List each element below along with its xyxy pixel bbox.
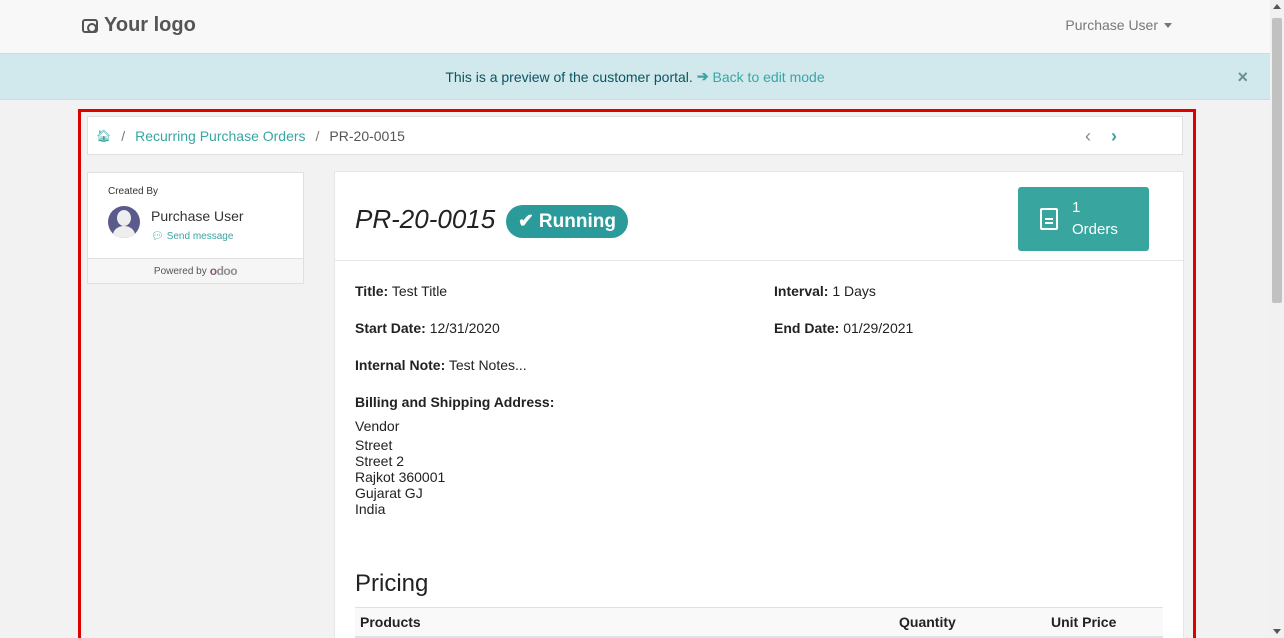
address-line: Gujarat GJ (355, 485, 423, 501)
record-pager: ‹ › (1085, 126, 1117, 147)
column-header-products: Products (360, 614, 421, 630)
orders-smart-button[interactable]: 1 Orders (1018, 187, 1149, 251)
check-icon: ✔ (518, 211, 534, 232)
field-interval: Interval: 1 Days (774, 283, 876, 299)
back-to-edit-label: Back to edit mode (712, 68, 825, 85)
company-logo[interactable]: Your logo (82, 14, 196, 37)
portal-preview-banner: This is a preview of the customer portal… (0, 53, 1270, 100)
field-internal-note: Internal Note: Test Notes... (355, 357, 527, 373)
orders-label: Orders (1072, 221, 1118, 238)
document-title: PR-20-0015 (355, 204, 496, 234)
address-line: Street 2 (355, 453, 405, 469)
scrollbar-thumb[interactable] (1272, 18, 1282, 303)
field-start-date: Start Date: 12/31/2020 (355, 320, 500, 336)
breadcrumb-current: PR-20-0015 (329, 127, 405, 144)
banner-message: This is a preview of the customer portal… (445, 68, 693, 85)
comment-icon: 💬︎ (151, 231, 164, 242)
send-message-label: Send message (166, 231, 234, 242)
address-line: Street (355, 437, 393, 453)
created-by-label: Created By (108, 186, 159, 197)
address-line: Rajkot 360001 (355, 469, 446, 485)
address-block: Vendor Street Street 2 Rajkot 360001 Guj… (355, 418, 445, 517)
close-icon[interactable]: × (1237, 67, 1248, 88)
address-line: India (355, 501, 386, 517)
field-address-heading: Billing and Shipping Address: (355, 394, 554, 410)
odoo-logo[interactable]: odoo (210, 264, 238, 278)
field-label: Title: (355, 283, 389, 299)
powered-by-label: Powered by (153, 265, 207, 277)
field-label: Billing and Shipping Address: (355, 394, 555, 410)
column-header-unit-price: Unit Price (1051, 614, 1117, 630)
column-header-quantity: Quantity (899, 614, 956, 630)
document-header: PR-20-0015 ✔ Running 1 Orders (335, 172, 1183, 261)
field-label: Internal Note: (355, 357, 446, 373)
chevron-left-icon[interactable]: ‹ (1085, 126, 1091, 147)
page-scrollbar[interactable] (1270, 0, 1284, 638)
caret-down-icon (1164, 22, 1172, 28)
breadcrumb-link-recurring-orders[interactable]: Recurring Purchase Orders (135, 128, 305, 144)
status-label: Running (538, 210, 616, 232)
home-icon[interactable]: 🏠︎ (96, 129, 111, 143)
sidebar-card: Created By Purchase User 💬︎ Send message… (87, 172, 304, 284)
pricing-heading: Pricing (355, 570, 429, 597)
user-menu-label: Purchase User (1065, 17, 1158, 33)
camera-icon (82, 18, 98, 33)
scroll-up-icon[interactable] (1273, 4, 1281, 9)
field-label: End Date: (774, 320, 840, 336)
arrow-right-icon: ➔ (696, 68, 709, 84)
back-to-edit-link[interactable]: ➔ Back to edit mode (697, 68, 825, 85)
logo-text: Your logo (104, 14, 196, 36)
field-value: 1 Days (832, 283, 876, 299)
field-end-date: End Date: 01/29/2021 (774, 320, 913, 336)
pricing-table-header: Products Quantity Unit Price (355, 607, 1163, 638)
field-value: Test Title (391, 283, 448, 299)
field-label: Interval: (774, 283, 829, 299)
orders-count: 1 (1072, 199, 1081, 216)
orders-button-text: 1 Orders (1072, 197, 1118, 241)
user-menu-dropdown[interactable]: Purchase User (1065, 17, 1172, 33)
field-value: Test Notes... (448, 357, 527, 373)
avatar (108, 206, 140, 238)
scroll-down-icon[interactable] (1273, 629, 1281, 634)
breadcrumb-separator: / (121, 127, 126, 144)
chevron-right-icon[interactable]: › (1111, 126, 1117, 147)
powered-by-footer: Powered by odoo (88, 258, 303, 283)
address-line: Vendor (355, 418, 400, 434)
status-badge: ✔ Running (506, 205, 628, 238)
breadcrumb-separator: / (315, 127, 320, 144)
top-navbar: Your logo Purchase User (0, 0, 1270, 53)
field-value: 12/31/2020 (429, 320, 500, 336)
document-icon (1040, 208, 1058, 230)
breadcrumb: 🏠︎ / Recurring Purchase Orders / PR-20-0… (87, 116, 1183, 155)
field-title: Title: Test Title (355, 283, 447, 299)
field-value: 01/29/2021 (843, 320, 914, 336)
field-label: Start Date: (355, 320, 426, 336)
document-card: PR-20-0015 ✔ Running 1 Orders Title: Tes… (334, 171, 1184, 638)
send-message-link[interactable]: 💬︎ Send message (151, 231, 233, 242)
created-by-user: Purchase User (151, 208, 244, 224)
